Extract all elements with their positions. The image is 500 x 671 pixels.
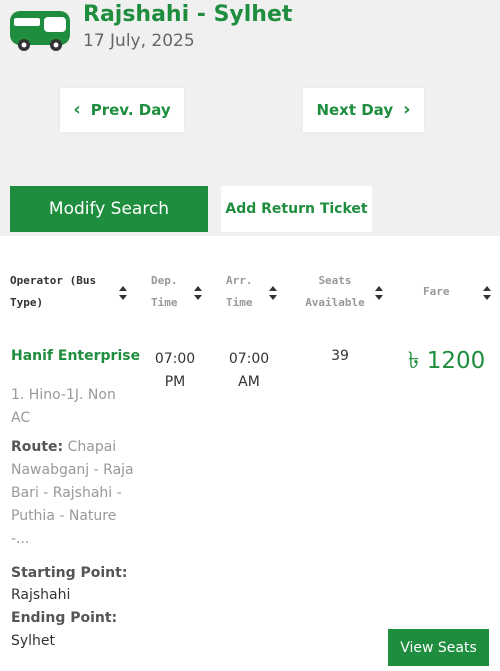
departure-time: 07:00 PM — [154, 351, 196, 390]
next-day-label: Next Day — [316, 101, 394, 119]
route-stops: Chapai Nawabganj - Raja Bari - Rajshahi … — [11, 439, 134, 547]
modify-search-button[interactable]: Modify Search — [10, 186, 208, 232]
travel-date: 17 July, 2025 — [83, 31, 195, 51]
search-summary-panel: Rajshahi - Sylhet 17 July, 2025 ‹ Prev. … — [0, 0, 500, 236]
add-return-ticket-button[interactable]: Add Return Ticket — [221, 186, 372, 232]
sort-icon[interactable] — [269, 286, 279, 300]
column-header-seats[interactable]: Seats Available — [300, 270, 370, 314]
column-header-dep-time[interactable]: Dep. Time — [151, 270, 191, 314]
route-info: Route: Chapai Nawabganj - Raja Bari - Ra… — [11, 436, 136, 551]
starting-point-value: Rajshahi — [11, 587, 71, 603]
bus-icon — [10, 11, 70, 51]
sort-icon[interactable] — [119, 286, 129, 300]
sort-icon[interactable] — [483, 286, 493, 300]
arrival-time: 07:00 AM — [228, 351, 270, 390]
route-title: Rajshahi - Sylhet — [83, 2, 293, 27]
table-header: Operator (Bus Type) Dep. Time Arr. Time … — [0, 262, 500, 322]
chevron-left-icon: ‹ — [73, 99, 81, 120]
starting-point-label: Starting Point: — [11, 565, 128, 581]
next-day-button[interactable]: Next Day › — [303, 88, 424, 132]
column-header-operator[interactable]: Operator (Bus Type) — [10, 270, 115, 314]
seats-available: 39 — [331, 348, 349, 364]
column-header-fare[interactable]: Fare — [423, 281, 463, 303]
sort-icon[interactable] — [375, 286, 385, 300]
operator-name[interactable]: Hanif Enterprise — [11, 348, 140, 364]
view-seats-button[interactable]: View Seats — [388, 629, 489, 666]
route-label: Route: — [11, 439, 64, 455]
ending-point-value: Sylhet — [11, 633, 56, 649]
sort-icon[interactable] — [194, 286, 204, 300]
ending-point-label: Ending Point: — [11, 610, 118, 626]
column-header-arr-time[interactable]: Arr. Time — [226, 270, 266, 314]
chevron-right-icon: › — [403, 99, 411, 120]
prev-day-button[interactable]: ‹ Prev. Day — [60, 88, 184, 132]
fare-amount: ৳ 1200 — [408, 348, 486, 374]
prev-day-label: Prev. Day — [90, 101, 171, 119]
bus-type: 1. Hino-1J. Non AC — [11, 387, 116, 426]
